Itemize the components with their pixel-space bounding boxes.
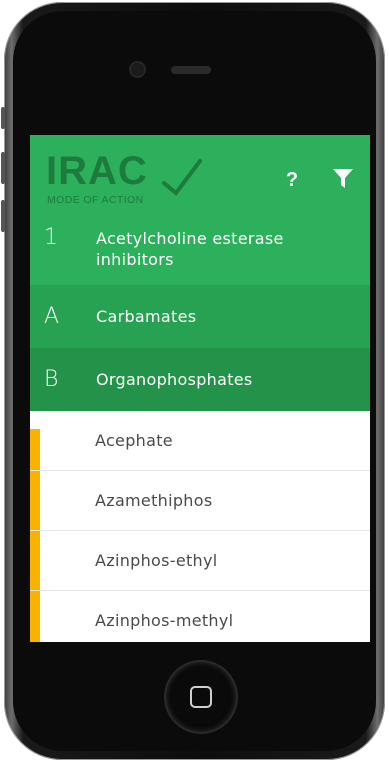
volume-down-button	[1, 200, 5, 232]
subgroup-a-code: A	[44, 304, 60, 329]
list-item[interactable]: Azinphos-methyl	[30, 591, 370, 642]
help-icon[interactable]: ?	[280, 165, 304, 195]
earpiece-speaker	[171, 66, 211, 74]
volume-up-button	[1, 152, 5, 184]
mute-switch	[1, 107, 5, 129]
group-label: Acetylcholine esterase inhibitors	[96, 229, 284, 269]
subgroup-a-label: Carbamates	[96, 307, 197, 326]
group-row[interactable]: 1 Acetylcholine esterase inhibitors	[30, 219, 370, 285]
app-screen: IRAC MODE OF ACTION ? 1 Acetylcholine es…	[30, 135, 370, 642]
logo-text: IRAC	[46, 149, 148, 193]
filter-icon[interactable]	[332, 167, 354, 191]
irac-logo[interactable]: IRAC MODE OF ACTION	[46, 149, 202, 209]
subgroup-b-label: Organophosphates	[96, 370, 253, 389]
logo-subtitle: MODE OF ACTION	[47, 194, 144, 206]
app-header: IRAC MODE OF ACTION ?	[30, 135, 370, 219]
compound-list: Acephate Azamethiphos Azinphos-ethyl Azi…	[30, 411, 370, 642]
subgroup-row-b[interactable]: B Organophosphates	[30, 348, 370, 411]
front-camera	[131, 63, 144, 76]
home-button[interactable]	[166, 662, 236, 732]
checkmark-icon	[162, 159, 202, 196]
list-item[interactable]: Acephate	[30, 411, 370, 471]
group-code: 1	[44, 225, 58, 250]
subgroup-row-a[interactable]: A Carbamates	[30, 285, 370, 348]
home-square-icon	[190, 686, 212, 708]
subgroup-b-code: B	[44, 367, 59, 392]
list-item[interactable]: Azamethiphos	[30, 471, 370, 531]
list-item[interactable]: Azinphos-ethyl	[30, 531, 370, 591]
